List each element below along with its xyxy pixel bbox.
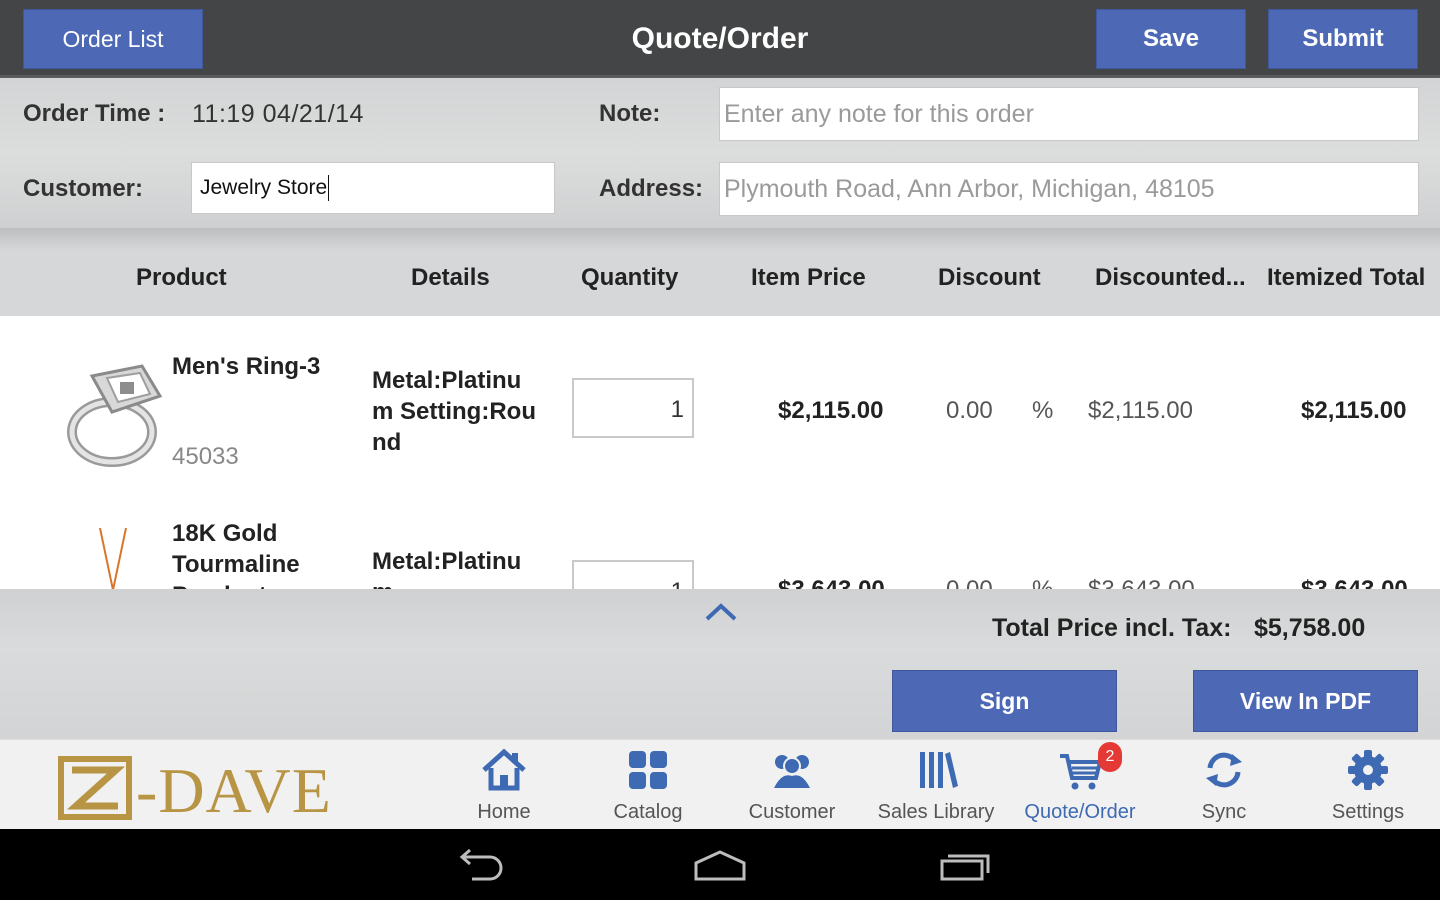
save-button[interactable]: Save xyxy=(1096,9,1246,69)
product-details: Metal:Platinum Setting:Round xyxy=(372,367,536,456)
text-cursor xyxy=(328,175,330,201)
nav-settings[interactable]: Settings xyxy=(1298,740,1438,830)
system-navigation-bar xyxy=(0,829,1440,900)
column-header-itemized-total[interactable]: Itemized Total xyxy=(1267,264,1425,292)
nav-catalog[interactable]: Catalog xyxy=(578,740,718,830)
discount-value[interactable]: 0.00 xyxy=(946,397,993,425)
product-sku: 45033 xyxy=(172,443,239,470)
sync-icon xyxy=(1206,752,1242,788)
pendant-product-image xyxy=(99,528,127,589)
address-value: Plymouth Road, Ann Arbor, Michigan, 4810… xyxy=(724,174,1215,203)
table-row[interactable]: Men's Ring-3 45033 Metal:Platinum Settin… xyxy=(0,316,1440,496)
table-header: Product Details Quantity Item Price Disc… xyxy=(0,228,1440,316)
customer-value: Jewelry Store xyxy=(200,176,328,199)
nav-customer[interactable]: Customer xyxy=(722,740,862,830)
order-items-list[interactable]: Men's Ring-3 45033 Metal:Platinum Settin… xyxy=(0,316,1440,589)
discount-unit: % xyxy=(1032,397,1054,424)
total-price-label: Total Price incl. Tax: xyxy=(992,614,1232,642)
table-row[interactable]: 18K Gold Tourmaline Pendant Metal:Platin… xyxy=(0,496,1440,589)
order-summary: Total Price incl. Tax: $5,758.00 Sign Vi… xyxy=(0,589,1440,739)
nav-label: Sync xyxy=(1201,801,1247,823)
nav-label: Quote/Order xyxy=(1024,801,1136,823)
nav-label: Home xyxy=(477,801,531,823)
bottom-navigation: -DAVE Home Catalog Customer Sales Librar… xyxy=(0,739,1440,829)
total-price-value: $5,758.00 xyxy=(1254,614,1366,642)
recent-apps-icon[interactable] xyxy=(938,849,994,881)
nav-label: Settings xyxy=(1331,801,1405,823)
catalog-icon xyxy=(629,751,667,789)
column-header-product[interactable]: Product xyxy=(136,264,227,292)
top-app-bar: Order List Quote/Order Save Submit xyxy=(0,0,1440,78)
product-name: Men's Ring-3 xyxy=(172,353,321,380)
nav-label: Catalog xyxy=(613,801,683,823)
discounted-price: $3,643.00 xyxy=(1088,576,1195,589)
address-label: Address: xyxy=(599,175,704,202)
nav-home[interactable]: Home xyxy=(434,740,574,830)
home-icon xyxy=(482,748,526,791)
zdave-logo: -DAVE xyxy=(58,752,378,826)
nav-sync[interactable]: Sync xyxy=(1154,740,1294,830)
address-field[interactable]: Plymouth Road, Ann Arbor, Michigan, 4810… xyxy=(719,162,1419,216)
note-placeholder: Enter any note for this order xyxy=(724,99,1034,128)
quantity-input[interactable]: 1 xyxy=(572,378,694,438)
submit-button[interactable]: Submit xyxy=(1268,9,1418,69)
column-header-item-price[interactable]: Item Price xyxy=(751,264,866,292)
sign-button[interactable]: Sign xyxy=(892,670,1117,732)
order-time-label: Order Time : xyxy=(23,100,166,127)
nav-quote-order[interactable]: 2 Quote/Order xyxy=(1010,740,1150,830)
discounted-price: $2,115.00 xyxy=(1088,397,1193,424)
item-price: $3,643.00 xyxy=(778,576,885,589)
order-time-value: 11:19 04/21/14 xyxy=(192,100,364,128)
z-logo-mark xyxy=(58,756,132,820)
discount-value[interactable]: 0.00 xyxy=(946,576,993,589)
nav-label: Sales Library xyxy=(877,801,995,823)
itemized-total: $3,643.00 xyxy=(1301,576,1408,589)
order-form: Order Time : 11:19 04/21/14 Customer: Je… xyxy=(0,78,1440,228)
column-header-discounted[interactable]: Discounted... xyxy=(1095,264,1246,292)
cart-icon xyxy=(1060,754,1102,790)
product-name: 18K Gold Tourmaline Pendant xyxy=(172,520,300,589)
nav-sales-library[interactable]: Sales Library xyxy=(866,740,1006,830)
back-icon[interactable] xyxy=(450,849,506,881)
column-header-details[interactable]: Details xyxy=(411,264,490,292)
library-icon xyxy=(920,752,958,788)
customer-icon xyxy=(774,755,810,788)
nav-label: Customer xyxy=(748,801,836,823)
discount-unit: % xyxy=(1032,576,1053,589)
note-field[interactable]: Enter any note for this order xyxy=(719,87,1419,141)
product-details: Metal:Platinum xyxy=(372,548,522,589)
column-header-quantity[interactable]: Quantity xyxy=(581,264,678,292)
view-pdf-button[interactable]: View In PDF xyxy=(1193,670,1418,732)
gear-icon xyxy=(1348,750,1388,790)
customer-label: Customer: xyxy=(23,175,144,202)
note-label: Note: xyxy=(599,100,661,127)
column-header-discount[interactable]: Discount xyxy=(938,264,1041,292)
item-price: $2,115.00 xyxy=(778,397,884,424)
home-button-icon[interactable] xyxy=(692,849,748,881)
ring-product-image xyxy=(67,364,163,467)
chevron-up-icon[interactable] xyxy=(704,602,738,622)
order-list-button[interactable]: Order List xyxy=(23,9,203,69)
customer-field[interactable]: Jewelry Store xyxy=(191,162,555,214)
cart-count-badge: 2 xyxy=(1098,742,1122,772)
itemized-total: $2,115.00 xyxy=(1301,397,1407,424)
quantity-input[interactable]: 1 xyxy=(572,560,694,589)
logo-text: -DAVE xyxy=(136,755,332,826)
